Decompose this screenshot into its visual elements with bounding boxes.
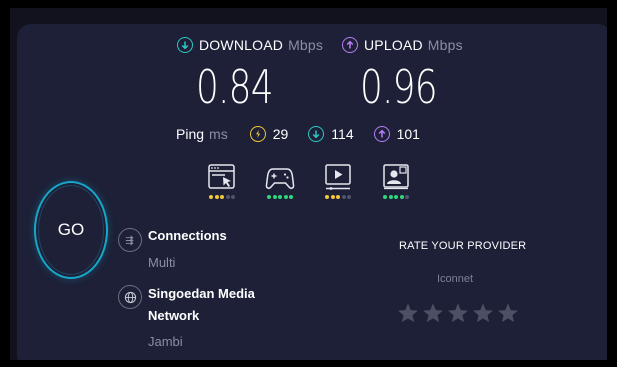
ping-row: Ping ms 29 114 101 bbox=[176, 126, 440, 142]
gaming-controller-icon bbox=[265, 168, 295, 190]
ping-upload-value: 101 bbox=[396, 126, 420, 142]
upload-arrow-icon bbox=[342, 37, 358, 53]
provider-name-line2: Network bbox=[148, 308, 200, 323]
ping-idle-value: 29 bbox=[272, 126, 289, 142]
rating-dot-empty bbox=[341, 195, 346, 199]
rate-provider-title: RATE YOUR PROVIDER bbox=[399, 240, 527, 252]
rating-dot-empty bbox=[405, 195, 409, 199]
upload-unit: Mbps bbox=[427, 37, 463, 53]
connections-title: Connections bbox=[148, 228, 227, 243]
download-arrow-icon bbox=[308, 126, 325, 142]
isp-name: Iconnet bbox=[437, 273, 474, 285]
download-header: DOWNLOAD Mbps bbox=[177, 37, 323, 53]
rating-dot-filled bbox=[383, 195, 387, 199]
rating-stars bbox=[397, 302, 522, 324]
use-case-gaming[interactable] bbox=[265, 162, 323, 199]
rating-dot-filled bbox=[289, 195, 293, 199]
rating-dot-filled bbox=[330, 195, 335, 199]
download-label: DOWNLOAD bbox=[199, 37, 284, 53]
video-chat-rating bbox=[383, 195, 411, 199]
video-streaming-rating bbox=[325, 195, 353, 199]
lightning-circle-icon bbox=[249, 126, 266, 142]
gaming-rating bbox=[267, 195, 295, 199]
ping-idle: 29 bbox=[249, 126, 289, 142]
web-browsing-rating bbox=[209, 195, 237, 199]
connections-icon[interactable] bbox=[118, 228, 142, 252]
star-icon[interactable] bbox=[397, 302, 419, 324]
rating-dot-filled bbox=[325, 195, 329, 199]
download-arrow-icon bbox=[177, 37, 193, 53]
upload-header: UPLOAD Mbps bbox=[342, 37, 463, 53]
rating-dot-filled bbox=[214, 195, 219, 199]
rating-dot-filled bbox=[336, 195, 340, 199]
use-case-web-browsing[interactable] bbox=[207, 162, 265, 199]
star-icon[interactable] bbox=[422, 302, 444, 324]
upload-label: UPLOAD bbox=[364, 37, 423, 53]
rating-dot-filled bbox=[283, 195, 288, 199]
star-icon[interactable] bbox=[497, 302, 519, 324]
rating-dot-filled bbox=[278, 195, 282, 199]
download-speed-value: 0.84 bbox=[196, 60, 274, 114]
rating-dot-empty bbox=[231, 195, 235, 199]
star-icon[interactable] bbox=[447, 302, 469, 324]
rating-dot-filled bbox=[220, 195, 224, 199]
rating-dot-filled bbox=[388, 195, 393, 199]
provider-location: Jambi bbox=[148, 334, 183, 349]
download-unit: Mbps bbox=[288, 37, 324, 53]
provider-name-line1: Singoedan Media bbox=[148, 286, 255, 301]
use-case-video-streaming[interactable] bbox=[323, 162, 381, 199]
upload-speed-value: 0.96 bbox=[360, 60, 438, 114]
connections-value: Multi bbox=[148, 255, 176, 270]
ping-label: Ping bbox=[176, 126, 205, 142]
star-icon[interactable] bbox=[472, 302, 494, 324]
upload-arrow-icon bbox=[373, 126, 390, 142]
use-case-ratings bbox=[207, 162, 439, 199]
rating-dot-filled bbox=[209, 195, 213, 199]
rating-dot-empty bbox=[225, 195, 230, 199]
web-browsing-icon bbox=[208, 164, 235, 189]
ping-unit: ms bbox=[209, 126, 228, 142]
ping-download: 114 bbox=[308, 126, 354, 142]
rating-dot-empty bbox=[347, 195, 351, 199]
use-case-video-chat[interactable] bbox=[381, 162, 439, 199]
video-streaming-icon bbox=[325, 164, 351, 190]
ping-upload: 101 bbox=[373, 126, 420, 142]
rating-dot-filled bbox=[272, 195, 277, 199]
globe-icon[interactable] bbox=[118, 285, 142, 309]
rating-dot-filled bbox=[267, 195, 271, 199]
rating-dot-filled bbox=[399, 195, 404, 199]
rating-dot-filled bbox=[394, 195, 398, 199]
video-chat-icon bbox=[383, 164, 409, 190]
go-button[interactable]: GO bbox=[38, 185, 104, 275]
ping-download-value: 114 bbox=[331, 126, 354, 142]
